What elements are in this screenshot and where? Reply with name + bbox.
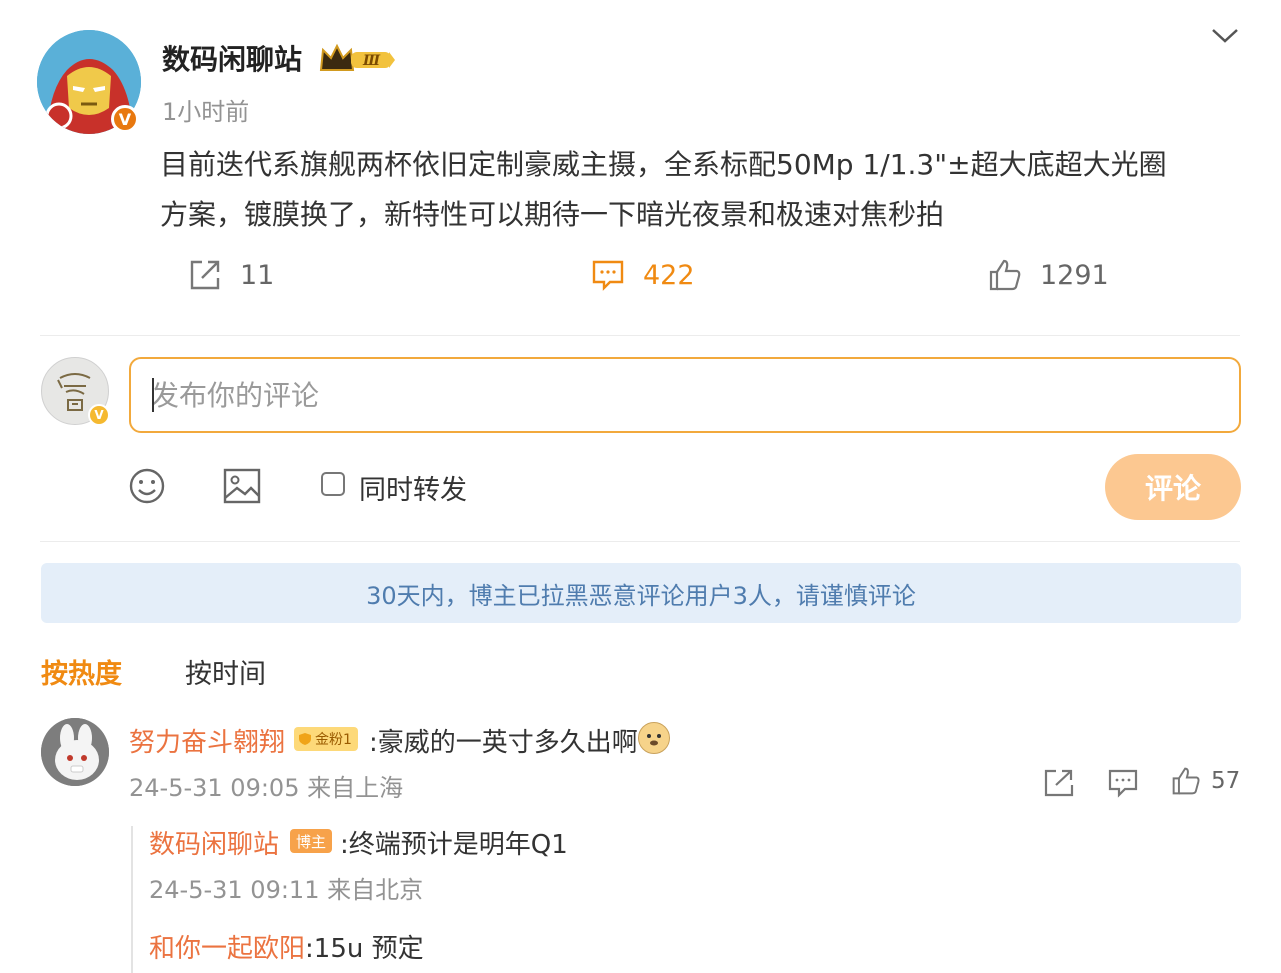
comment-input[interactable] [129, 357, 1241, 433]
sort-by-time-tab[interactable]: 按时间 [185, 652, 266, 691]
reply-thread-line [131, 826, 133, 973]
post-time: 1小时前 [162, 98, 250, 126]
emoji-icon [129, 468, 165, 504]
comment-icon [592, 260, 624, 291]
image-icon [223, 468, 261, 504]
post-body: 目前迭代系旗舰两杯依旧定制豪威主摄，全系标配50Mp 1/1.3"±超大底超大光… [160, 140, 1250, 240]
reply-meta: 24-5-31 09:11 来自北京 [149, 876, 424, 904]
author-name[interactable]: 数码闲聊站 [162, 38, 302, 78]
comment-like-button[interactable]: 57 [1171, 766, 1240, 796]
crown-level-badge[interactable]: Ⅲ [319, 42, 397, 80]
chevron-down-icon [1212, 29, 1238, 43]
divider [40, 541, 1240, 542]
bunny-avatar-image [41, 718, 109, 786]
level-text: Ⅲ [362, 53, 381, 69]
comment-count: 422 [643, 259, 695, 291]
like-button[interactable]: 1291 [988, 258, 1109, 292]
repost-count: 11 [240, 259, 275, 291]
also-repost-checkbox[interactable] [321, 472, 345, 496]
divider [40, 335, 1240, 336]
emoji-button[interactable] [128, 467, 166, 505]
submit-comment-button[interactable]: 评论 [1105, 454, 1241, 520]
also-repost-label[interactable]: 同时转发 [359, 468, 467, 507]
comment-button[interactable]: 422 [591, 258, 695, 292]
commenter-name[interactable]: 努力奋斗翱翔 [129, 722, 285, 759]
commenter-avatar[interactable] [41, 718, 109, 786]
shield-icon [299, 733, 311, 745]
reply-author-name[interactable]: 数码闲聊站 [149, 824, 279, 861]
image-button[interactable] [223, 468, 261, 504]
comment-share-button[interactable] [1043, 768, 1075, 798]
reply-item: 和你一起欧阳:15u 预定 [149, 928, 424, 965]
reply-text: :终端预计是明年Q1 [340, 830, 568, 860]
sort-by-hot-tab[interactable]: 按热度 [41, 652, 122, 691]
more-options-button[interactable] [1210, 24, 1240, 52]
repost-icon [190, 260, 220, 290]
comment-text: :豪威的一英寸多久出啊 [369, 728, 638, 758]
comment-icon [1108, 769, 1138, 798]
reply-author-name[interactable]: 和你一起欧阳 [149, 934, 305, 964]
fan-badge: 金粉1 [294, 727, 358, 751]
repost-button[interactable]: 11 [188, 258, 274, 292]
comment-like-count: 57 [1211, 768, 1241, 794]
post-text-line-2: 方案，镀膜换了，新特性可以期待一下暗光夜景和极速对焦秒拍 [160, 198, 945, 231]
fan-badge-label: 金粉1 [315, 732, 352, 748]
doge-emoji-icon [638, 722, 670, 754]
share-icon [1044, 769, 1074, 797]
verified-badge: V [111, 105, 139, 133]
crown-icon: Ⅲ [319, 43, 395, 71]
post-text-line-1: 目前迭代系旗舰两杯依旧定制豪威主摄，全系标配50Mp 1/1.3"±超大底超大光… [160, 148, 1167, 181]
like-icon [989, 259, 1021, 291]
text-caret [152, 378, 154, 412]
reply-text: :15u 预定 [305, 934, 424, 964]
blacklist-notice: 30天内，博主已拉黑恶意评论用户3人，请谨慎评论 [41, 563, 1241, 623]
comment-meta: 24-5-31 09:05 来自上海 [129, 774, 404, 802]
like-count: 1291 [1040, 259, 1109, 291]
host-badge: 博主 [290, 829, 333, 853]
my-verified-badge: V [88, 404, 110, 426]
comment-reply-button[interactable] [1107, 768, 1139, 798]
like-icon [1172, 767, 1200, 795]
